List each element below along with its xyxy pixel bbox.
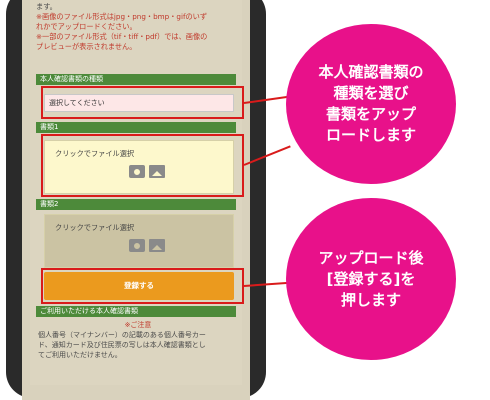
intro-line: ます。 — [36, 2, 57, 11]
notes-line: ド、通知カード及び住民票の写しは本人確認書類とし — [38, 341, 206, 349]
notes-header: ご利用いただける本人確認書類 — [36, 306, 236, 317]
doc-type-header: 本人確認書類の種類 — [36, 74, 236, 85]
notes-warning: ※ご注意 — [124, 321, 152, 329]
notes-text: ※ご注意 個人番号（マイナンバー）の記載のある個人番号カー ド、通知カード及び住… — [38, 320, 238, 360]
doc2-header: 書類2 — [36, 199, 236, 210]
intro-line: ※一部のファイル形式（tif・tiff・pdf）では、画像の — [36, 32, 208, 41]
callout-register: アップロード後 [登録する]を 押します — [286, 198, 456, 360]
callout-text: 本人確認書類の 種類を選び 書類をアップ ロードします — [318, 63, 424, 144]
camera-icon — [129, 239, 145, 252]
callout-text: アップロード後 [登録する]を 押します — [318, 248, 424, 309]
doc2-upload-label: クリックでファイル選択 — [55, 223, 135, 232]
notes-line: 個人番号（マイナンバー）の記載のある個人番号カー — [38, 331, 206, 339]
doc2-upload-area[interactable]: クリックでファイル選択 — [44, 214, 234, 268]
highlight-frame-upload — [41, 134, 244, 197]
intro-line: れかでアップロードください。 — [36, 22, 137, 31]
highlight-frame-select — [41, 86, 244, 119]
highlight-frame-button — [41, 268, 244, 304]
intro-line: プレビューが表示されません。 — [36, 42, 137, 51]
notes-line: てご利用いただけません。 — [38, 351, 122, 359]
image-icon — [149, 239, 165, 252]
instructions-text: ます。 ※画像のファイル形式はjpg・png・bmp・gifのいず れかでアップ… — [36, 2, 236, 52]
doc1-header: 書類1 — [36, 122, 236, 133]
intro-line: ※画像のファイル形式はjpg・png・bmp・gifのいず — [36, 12, 208, 21]
upload-icons — [129, 239, 165, 255]
callout-select-upload: 本人確認書類の 種類を選び 書類をアップ ロードします — [286, 24, 456, 184]
